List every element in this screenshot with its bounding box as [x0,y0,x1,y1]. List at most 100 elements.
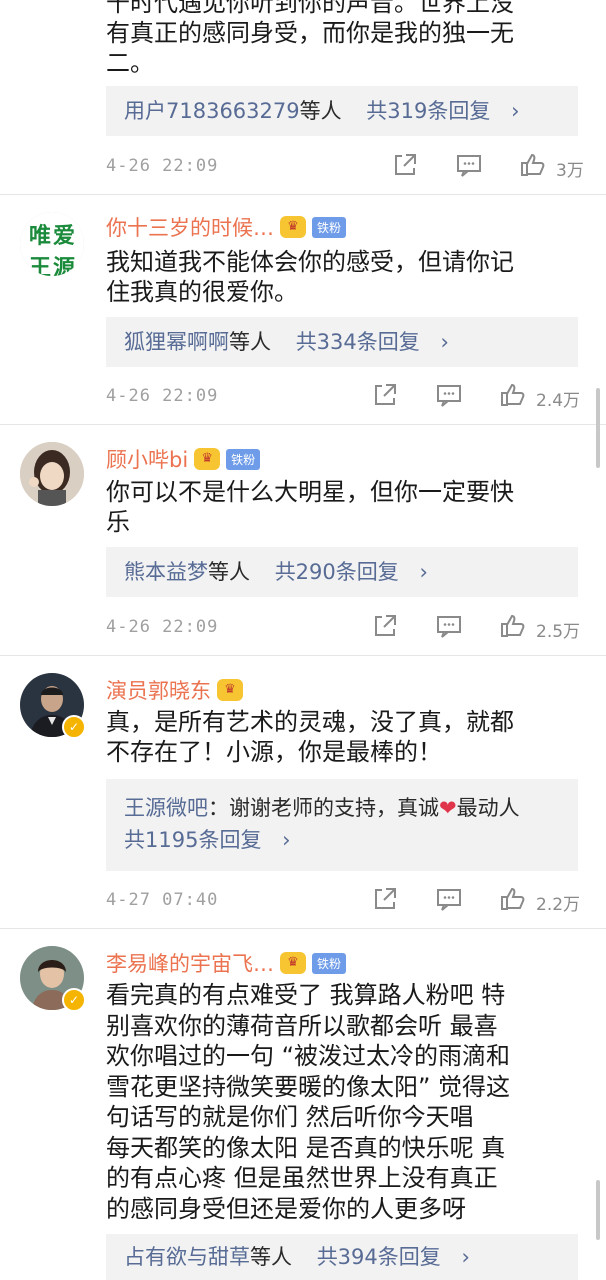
divider [0,928,606,929]
content-line: 每天都笑的像太阳 是否真的快乐呢 真 [106,1133,506,1162]
name-row: 顾小哔bi ♛ 铁粉 [106,444,261,474]
avatar-char: 唯 [28,223,51,249]
chevron-right-icon: › [511,99,520,123]
share-icon[interactable] [372,382,398,412]
username[interactable]: 你十三岁的时候… [106,212,274,242]
comment-meta: 4-26 22:09 2.5万 [106,613,586,643]
crown-icon: ♛ [280,952,306,974]
content-line: 不存在了！小源，你是最棒的！ [106,738,442,766]
reply-count[interactable]: 共319条回复 [366,99,490,123]
timestamp: 4-26 22:09 [106,156,219,176]
avatar-char: 王 [28,255,51,276]
like-icon[interactable] [500,886,526,916]
like-count: 2.2万 [536,895,581,915]
reply-suffix: 等人 [208,560,250,584]
content-line: 你可以不是什么大明星，但你一定要快 [106,478,514,506]
content-line: 住我真的很爱你。 [106,278,298,306]
reply-suffix: 等人 [250,1245,292,1269]
comment-meta: 4-26 22:09 3万 [106,152,586,182]
reply-preview[interactable]: 用户7183663279等人 共319条回复 › [106,86,578,136]
content-line: 乐 [106,508,130,536]
username[interactable]: 演员郭晓东 [106,675,211,705]
fan-badge: 铁粉 [226,448,261,470]
content-line: 句话写的就是你们 然后听你今天唱 [106,1103,474,1131]
verified-icon: ✓ [62,988,86,1012]
name-row: 演员郭晓东 ♛ [106,675,243,705]
reply-suffix: 等人 [299,99,342,123]
divider [0,424,606,425]
reply-preview[interactable]: 王源微吧：谢谢老师的支持，真诚❤最动人 共1195条回复 › [106,779,578,871]
share-icon[interactable] [372,613,398,643]
share-icon[interactable] [392,152,418,182]
content-line: 别喜欢你的薄荷音所以歌都会听 最喜 [106,1011,498,1040]
crown-icon: ♛ [280,216,306,238]
chevron-right-icon: › [282,828,291,852]
content-line: 的感同身受但还是爱你的人更多呀 [106,1194,466,1223]
content-line: 千时代遇见你听到你的声音。世界上没 [106,0,514,17]
comment-icon[interactable] [436,886,462,916]
reply-count[interactable]: 共1195条回复 [124,828,261,852]
timestamp: 4-26 22:09 [106,617,219,637]
chevron-right-icon: › [461,1245,470,1269]
fan-badge: 铁粉 [312,952,347,974]
reply-count[interactable]: 共394条回复 [317,1245,441,1269]
reply-users[interactable]: 用户7183663279 [124,99,300,123]
scrollbar[interactable] [596,388,600,468]
content-line: 二。 [106,49,154,77]
reply-text: 最动人 [456,796,520,820]
reply-text: ：谢谢老师的支持，真诚 [208,796,439,820]
comment-meta: 4-26 22:09 2.4万 [106,382,586,412]
comment-icon[interactable] [436,382,462,412]
content-line: 有真正的感同身受，而你是我的独一无 [106,19,514,47]
reply-suffix: 等人 [229,330,271,354]
comment-icon[interactable] [456,152,482,182]
like-icon[interactable] [500,382,526,412]
name-row: 李易峰的宇宙飞… ♛ 铁粉 [106,948,347,978]
comment-content: 你可以不是什么大明星，但你一定要快 乐 [106,477,576,537]
avatar[interactable] [20,442,84,506]
reply-count[interactable]: 共334条回复 [296,330,420,354]
reply-count[interactable]: 共290条回复 [275,560,399,584]
avatar-image [20,442,84,506]
comment-meta: 4-27 07:40 2.2万 [106,886,586,916]
username[interactable]: 顾小哔bi [106,444,188,474]
timestamp: 4-26 22:09 [106,386,219,406]
reply-author[interactable]: 王源微吧 [124,796,208,820]
share-icon[interactable] [372,886,398,916]
content-line: 我知道我不能体会你的感受，但请你记 [106,248,514,276]
comment-content: 真，是所有艺术的灵魂，没了真，就都 不存在了！小源，你是最棒的！ [106,707,576,767]
reply-preview[interactable]: 狐狸幂啊啊等人 共334条回复 › [106,317,578,367]
content-line: 的有点心疼 但是虽然世界上没有真正 [106,1164,498,1192]
reply-users[interactable]: 熊本益梦 [124,560,208,584]
chevron-right-icon: › [419,560,428,584]
like-count: 2.4万 [536,391,581,411]
comment-content: 我知道我不能体会你的感受，但请你记 住我真的很爱你。 [106,247,576,307]
comment-content: 看完真的有点难受了 我算路人粉吧 特 别喜欢你的薄荷音所以歌都会听 最喜 欢你唱… [106,980,576,1224]
content-line: 欢你唱过的一句 “被泼过太冷的雨滴和 [106,1042,511,1070]
fan-badge: 铁粉 [312,216,347,238]
comment-icon[interactable] [436,613,462,643]
like-icon[interactable] [500,613,526,643]
comment-content: 千时代遇见你听到你的声音。世界上没 有真正的感同身受，而你是我的独一无 二。 [106,0,576,78]
avatar-char: 爱 [52,223,75,249]
reply-preview[interactable]: 熊本益梦等人 共290条回复 › [106,547,578,597]
avatar-char: 源 [52,255,75,276]
chevron-right-icon: › [440,330,449,354]
like-icon[interactable] [520,152,546,182]
reply-users[interactable]: 狐狸幂啊啊 [124,330,229,354]
divider [0,655,606,656]
content-line: 看完真的有点难受了 我算路人粉吧 特 [106,981,506,1009]
like-count: 3万 [556,161,584,181]
crown-icon: ♛ [194,448,221,470]
avatar[interactable]: 唯 爱 王 源 [20,212,84,276]
crown-icon: ♛ [217,679,243,701]
like-count: 2.5万 [536,622,581,642]
username[interactable]: 李易峰的宇宙飞… [106,948,274,978]
timestamp: 4-27 07:40 [106,890,219,910]
name-row: 你十三岁的时候… ♛ 铁粉 [106,212,347,242]
reply-preview[interactable]: 占有欲与甜草等人 共394条回复 › [106,1234,578,1280]
scrollbar[interactable] [596,1180,600,1240]
reply-users[interactable]: 占有欲与甜草 [124,1245,250,1269]
heart-icon: ❤ [439,796,457,820]
content-line: 雪花更坚持微笑要暖的像太阳” 觉得这 [106,1072,511,1101]
